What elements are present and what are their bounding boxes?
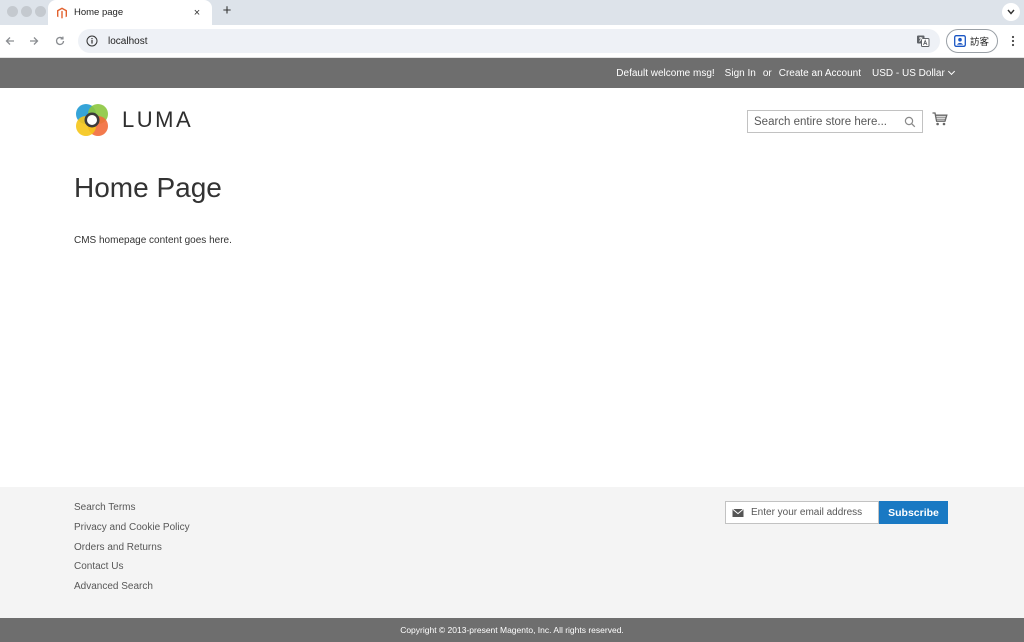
or-separator: or [762,67,772,79]
window-close-dot[interactable] [7,6,18,17]
footer-link-privacy-policy[interactable]: Privacy and Cookie Policy [74,522,190,542]
profile-avatar-icon [954,35,966,47]
browser-tab-strip: Home page × + [0,0,1024,25]
window-minimize-dot[interactable] [21,6,32,17]
shopping-cart-icon[interactable] [932,111,948,127]
tab-search-chevron-icon[interactable] [1002,3,1020,21]
cms-content: CMS homepage content goes here. [74,235,232,246]
newsletter-form: Subscribe [725,501,948,524]
back-arrow-icon[interactable] [2,33,18,49]
magento-icon [56,7,68,19]
forward-arrow-icon[interactable] [26,33,42,49]
search-icon[interactable] [904,116,916,128]
tab-close-icon[interactable]: × [190,7,204,19]
logo-text: LUMA [122,107,194,132]
chevron-down-icon [947,67,955,76]
currency-switcher[interactable]: USD - US Dollar [872,58,955,88]
header-links: Default welcome msg! Sign In or Create a… [616,58,861,88]
tab-title: Home page [74,7,124,18]
footer-link-search-terms[interactable]: Search Terms [74,502,190,522]
sign-in-link[interactable]: Sign In [725,68,756,79]
address-bar[interactable]: localhost [78,29,940,53]
window-zoom-dot[interactable] [35,6,46,17]
footer-link-advanced-search[interactable]: Advanced Search [74,581,190,601]
browser-toolbar: localhost 訪客 [0,25,1024,58]
footer-link-contact-us[interactable]: Contact Us [74,561,190,581]
footer-links: Search Terms Privacy and Cookie Policy O… [74,502,190,601]
reload-icon[interactable] [52,33,68,49]
profile-button[interactable]: 訪客 [946,29,998,53]
profile-label: 訪客 [970,37,990,48]
newsletter-email-input[interactable] [751,507,877,518]
browser-menu-icon[interactable] [1007,33,1019,49]
new-tab-button[interactable]: + [218,2,236,20]
store-header-panel: Default welcome msg! Sign In or Create a… [0,58,1024,88]
footer-link-orders-returns[interactable]: Orders and Returns [74,542,190,562]
search-input[interactable] [754,115,904,128]
luma-logo-icon [74,102,110,138]
search-box [747,110,923,133]
footer: Search Terms Privacy and Cookie Policy O… [0,487,1024,618]
welcome-message: Default welcome msg! [616,67,715,79]
browser-tab-active[interactable]: Home page × [48,0,212,25]
address-url: localhost [108,35,148,47]
newsletter-field [725,501,879,524]
site-info-icon[interactable] [86,35,98,47]
copyright-text: Copyright © 2013-present Magento, Inc. A… [400,625,624,635]
luma-logo[interactable]: LUMA [74,102,193,138]
subscribe-button[interactable]: Subscribe [879,501,948,524]
copyright-bar: Copyright © 2013-present Magento, Inc. A… [0,618,1024,642]
envelope-icon [732,508,744,518]
create-account-link[interactable]: Create an Account [779,68,861,79]
currency-label: USD - US Dollar [872,67,945,79]
page-title: Home Page [74,172,222,203]
translate-icon[interactable] [916,34,930,48]
